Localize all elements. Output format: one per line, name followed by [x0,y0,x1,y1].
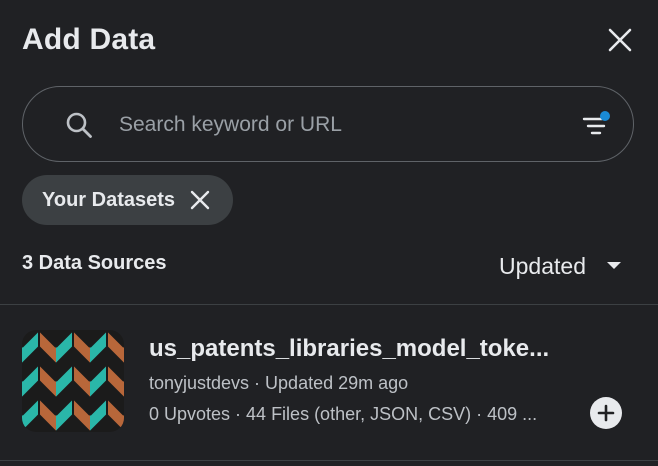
search-input[interactable] [119,107,559,143]
remove-filter-button[interactable] [189,189,211,211]
filter-button[interactable] [581,109,613,141]
filter-icon [581,109,613,141]
filter-chip-label: Your Datasets [42,189,175,212]
panel-title: Add Data [22,20,155,60]
dataset-stats: 0 Upvotes · 44 Files (other, JSON, CSV) … [149,404,577,425]
close-icon [608,28,632,52]
filter-chip-your-datasets[interactable]: Your Datasets [22,175,233,225]
search-bar [22,86,634,162]
dataset-title[interactable]: us_patents_libraries_model_toke... [149,335,579,363]
close-icon [190,190,210,210]
list-divider-bottom [0,460,658,461]
add-data-panel: Add Data Your Datasets [0,0,658,466]
results-bar: 3 Data Sources Updated [22,248,636,284]
dataset-meta: tonyjustdevs · Updated 29m ago [149,373,408,394]
search-icon [65,111,93,139]
filter-active-dot [600,111,610,121]
sort-dropdown[interactable]: Updated [499,248,622,284]
panel-header: Add Data [22,20,636,60]
caret-down-icon [606,261,622,271]
sort-selected-label: Updated [499,253,586,280]
herringbone-pattern [22,330,124,432]
dataset-list-item[interactable]: us_patents_libraries_model_toke... tonyj… [0,305,658,460]
add-dataset-button[interactable] [590,397,622,429]
plus-icon [597,404,615,422]
results-count: 3 Data Sources [22,252,167,275]
dataset-thumbnail [22,330,124,432]
close-button[interactable] [604,24,636,56]
